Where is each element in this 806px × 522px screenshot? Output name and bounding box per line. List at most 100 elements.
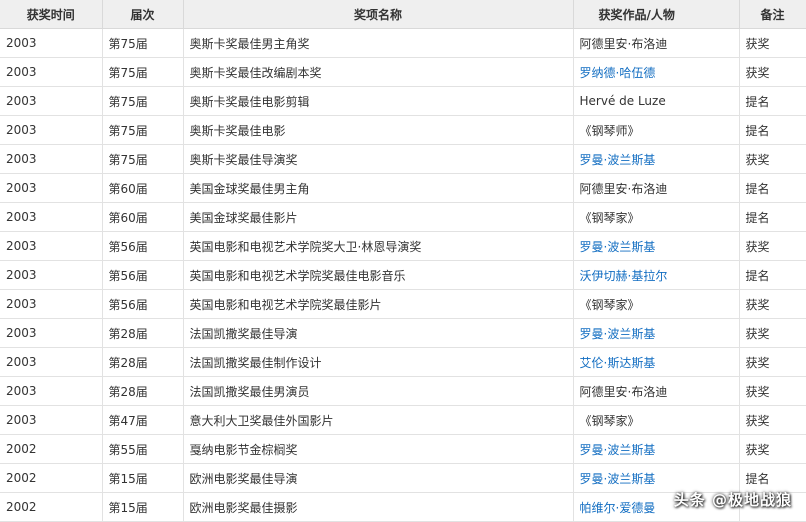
cell-year: 2003 bbox=[0, 115, 103, 145]
table-row: 2003 第28届 法国凯撒奖最佳导演 罗曼·波兰斯基 获奖 bbox=[0, 318, 806, 348]
cell-winner: 《钢琴家》 bbox=[573, 202, 740, 232]
cell-note: 提名 bbox=[739, 202, 806, 232]
cell-session: 第56届 bbox=[102, 260, 184, 290]
cell-year: 2002 bbox=[0, 463, 103, 493]
table-row: 2003 第56届 英国电影和电视艺术学院奖大卫·林恩导演奖 罗曼·波兰斯基 获奖 bbox=[0, 231, 806, 261]
cell-session: 第75届 bbox=[102, 144, 184, 174]
header-year: 获奖时间 bbox=[0, 0, 103, 29]
table-row: 2003 第75届 奥斯卡奖最佳导演奖 罗曼·波兰斯基 获奖 bbox=[0, 144, 806, 174]
cell-note: 提名 bbox=[739, 173, 806, 203]
cell-winner[interactable]: 罗曼·波兰斯基 bbox=[573, 231, 740, 261]
table-row: 2003 第47届 意大利大卫奖最佳外国影片 《钢琴家》 获奖 bbox=[0, 405, 806, 435]
cell-note: 获奖 bbox=[739, 144, 806, 174]
cell-award: 英国电影和电视艺术学院奖最佳影片 bbox=[183, 289, 574, 319]
table-row: 2003 第56届 英国电影和电视艺术学院奖最佳影片 《钢琴家》 获奖 bbox=[0, 289, 806, 319]
cell-session: 第47届 bbox=[102, 405, 184, 435]
cell-winner: 《钢琴家》 bbox=[573, 289, 740, 319]
cell-winner[interactable]: 罗曼·波兰斯基 bbox=[573, 144, 740, 174]
cell-winner: Hervé de Luze bbox=[573, 86, 740, 116]
table-row: 2003 第56届 英国电影和电视艺术学院奖最佳电影音乐 沃伊切赫·基拉尔 提名 bbox=[0, 260, 806, 290]
cell-note: 获奖 bbox=[739, 347, 806, 377]
table-row: 2003 第60届 美国金球奖最佳影片 《钢琴家》 提名 bbox=[0, 202, 806, 232]
cell-winner[interactable]: 艾伦·斯达斯基 bbox=[573, 347, 740, 377]
cell-session: 第28届 bbox=[102, 376, 184, 406]
header-session: 届次 bbox=[102, 0, 184, 29]
cell-note: 获奖 bbox=[739, 434, 806, 464]
cell-award: 英国电影和电视艺术学院奖最佳电影音乐 bbox=[183, 260, 574, 290]
cell-session: 第28届 bbox=[102, 347, 184, 377]
cell-year: 2003 bbox=[0, 173, 103, 203]
cell-year: 2003 bbox=[0, 28, 103, 58]
cell-award: 欧洲电影奖最佳导演 bbox=[183, 463, 574, 493]
cell-award: 法国凯撒奖最佳导演 bbox=[183, 318, 574, 348]
cell-award: 法国凯撒奖最佳制作设计 bbox=[183, 347, 574, 377]
table-row: 2003 第28届 法国凯撒奖最佳男演员 阿德里安·布洛迪 获奖 bbox=[0, 376, 806, 406]
cell-award: 欧洲电影奖最佳摄影 bbox=[183, 492, 574, 522]
table-row: 2003 第75届 奥斯卡奖最佳改编剧本奖 罗纳德·哈伍德 获奖 bbox=[0, 57, 806, 87]
cell-session: 第15届 bbox=[102, 463, 184, 493]
cell-note: 获奖 bbox=[739, 405, 806, 435]
cell-winner[interactable]: 罗纳德·哈伍德 bbox=[573, 57, 740, 87]
cell-year: 2003 bbox=[0, 260, 103, 290]
cell-year: 2003 bbox=[0, 144, 103, 174]
cell-winner[interactable]: 罗曼·波兰斯基 bbox=[573, 434, 740, 464]
cell-note: 提名 bbox=[739, 86, 806, 116]
cell-session: 第75届 bbox=[102, 28, 184, 58]
cell-winner: 阿德里安·布洛迪 bbox=[573, 376, 740, 406]
header-winner: 获奖作品/人物 bbox=[573, 0, 740, 29]
cell-year: 2003 bbox=[0, 86, 103, 116]
cell-award: 奥斯卡奖最佳电影 bbox=[183, 115, 574, 145]
header-award: 奖项名称 bbox=[183, 0, 574, 29]
cell-award: 法国凯撒奖最佳男演员 bbox=[183, 376, 574, 406]
table-row: 2003 第75届 奥斯卡奖最佳电影剪辑 Hervé de Luze 提名 bbox=[0, 86, 806, 116]
cell-year: 2003 bbox=[0, 376, 103, 406]
header-note: 备注 bbox=[739, 0, 806, 29]
cell-award: 美国金球奖最佳影片 bbox=[183, 202, 574, 232]
cell-note: 获奖 bbox=[739, 318, 806, 348]
cell-session: 第75届 bbox=[102, 86, 184, 116]
cell-year: 2003 bbox=[0, 347, 103, 377]
header-row: 获奖时间 届次 奖项名称 获奖作品/人物 备注 bbox=[0, 0, 806, 29]
cell-note: 获奖 bbox=[739, 28, 806, 58]
cell-session: 第28届 bbox=[102, 318, 184, 348]
table-row: 2003 第75届 奥斯卡奖最佳男主角奖 阿德里安·布洛迪 获奖 bbox=[0, 28, 806, 58]
cell-year: 2003 bbox=[0, 289, 103, 319]
cell-note: 提名 bbox=[739, 115, 806, 145]
table-row: 2003 第60届 美国金球奖最佳男主角 阿德里安·布洛迪 提名 bbox=[0, 173, 806, 203]
cell-winner: 阿德里安·布洛迪 bbox=[573, 28, 740, 58]
watermark: 头条 @极地战狼 bbox=[673, 491, 792, 509]
cell-award: 英国电影和电视艺术学院奖大卫·林恩导演奖 bbox=[183, 231, 574, 261]
cell-year: 2002 bbox=[0, 492, 103, 522]
cell-winner: 《钢琴师》 bbox=[573, 115, 740, 145]
cell-winner: 阿德里安·布洛迪 bbox=[573, 173, 740, 203]
cell-session: 第55届 bbox=[102, 434, 184, 464]
cell-note: 获奖 bbox=[739, 376, 806, 406]
cell-session: 第60届 bbox=[102, 202, 184, 232]
cell-award: 意大利大卫奖最佳外国影片 bbox=[183, 405, 574, 435]
cell-award: 奥斯卡奖最佳改编剧本奖 bbox=[183, 57, 574, 87]
cell-winner[interactable]: 罗曼·波兰斯基 bbox=[573, 318, 740, 348]
cell-session: 第56届 bbox=[102, 231, 184, 261]
cell-note: 获奖 bbox=[739, 57, 806, 87]
cell-year: 2003 bbox=[0, 231, 103, 261]
cell-winner[interactable]: 沃伊切赫·基拉尔 bbox=[573, 260, 740, 290]
cell-note: 获奖 bbox=[739, 289, 806, 319]
awards-table: 获奖时间 届次 奖项名称 获奖作品/人物 备注 2003 第75届 奥斯卡奖最佳男主… bbox=[0, 0, 806, 522]
cell-year: 2003 bbox=[0, 57, 103, 87]
cell-award: 奥斯卡奖最佳男主角奖 bbox=[183, 28, 574, 58]
table-row: 2003 第75届 奥斯卡奖最佳电影 《钢琴师》 提名 bbox=[0, 115, 806, 145]
cell-award: 美国金球奖最佳男主角 bbox=[183, 173, 574, 203]
cell-session: 第75届 bbox=[102, 115, 184, 145]
cell-award: 奥斯卡奖最佳电影剪辑 bbox=[183, 86, 574, 116]
cell-year: 2002 bbox=[0, 434, 103, 464]
table-row: 2002 第55届 戛纳电影节金棕榈奖 罗曼·波兰斯基 获奖 bbox=[0, 434, 806, 464]
cell-session: 第56届 bbox=[102, 289, 184, 319]
cell-note: 提名 bbox=[739, 260, 806, 290]
cell-note: 获奖 bbox=[739, 231, 806, 261]
cell-session: 第15届 bbox=[102, 492, 184, 522]
cell-award: 奥斯卡奖最佳导演奖 bbox=[183, 144, 574, 174]
cell-winner: 《钢琴家》 bbox=[573, 405, 740, 435]
cell-session: 第75届 bbox=[102, 57, 184, 87]
table-body: 2003 第75届 奥斯卡奖最佳男主角奖 阿德里安·布洛迪 获奖 2003 第75届 奥斯卡奖… bbox=[0, 28, 806, 522]
table-row: 2003 第28届 法国凯撒奖最佳制作设计 艾伦·斯达斯基 获奖 bbox=[0, 347, 806, 377]
